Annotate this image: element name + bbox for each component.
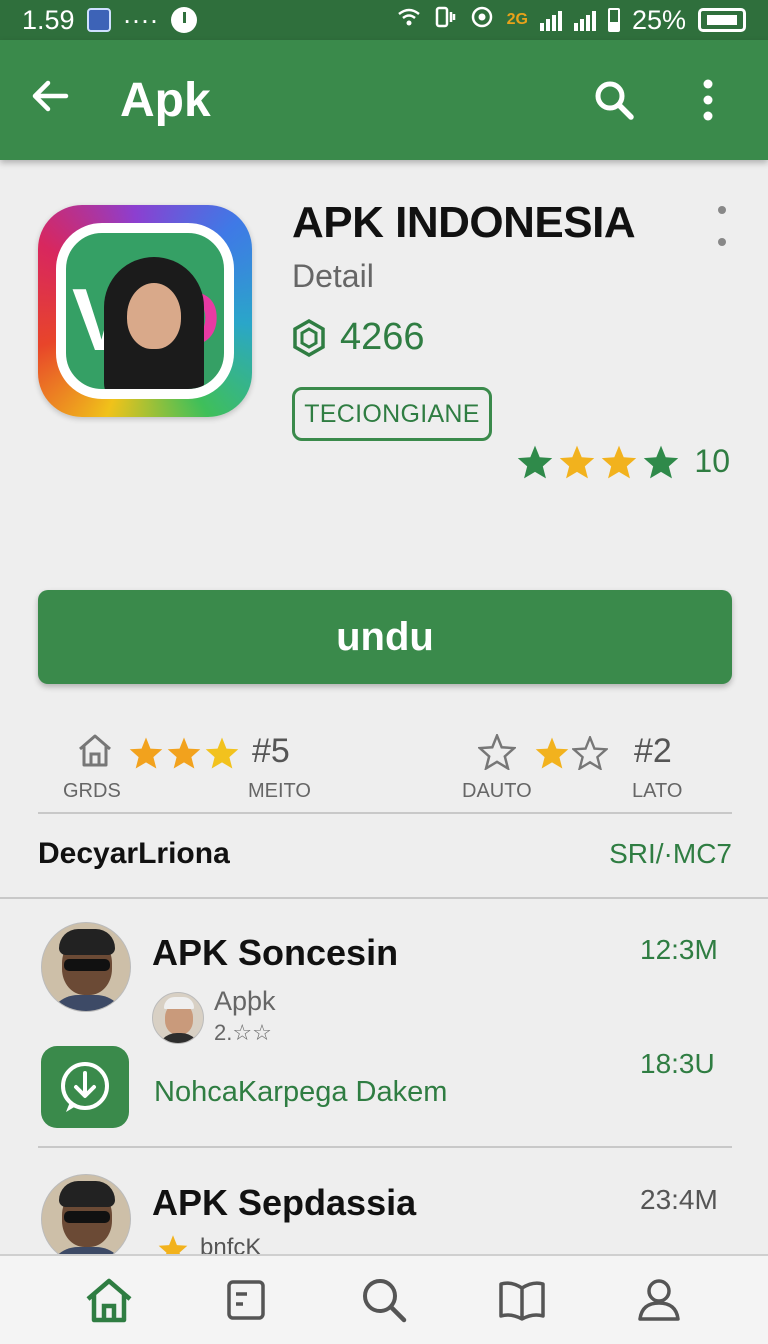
search-icon — [595, 81, 634, 120]
battery-icon — [698, 8, 746, 32]
section-title: DecyarLriona — [38, 837, 230, 870]
nav-profile[interactable] — [624, 1265, 694, 1335]
download-text[interactable]: NohcaKarpega Dakem — [154, 1076, 447, 1109]
profile-icon — [638, 1279, 680, 1321]
list-item-time: 23:4M — [640, 1184, 718, 1215]
shield-icon — [293, 318, 325, 357]
status-bar: 1.59 ···· 2G 25% — [0, 0, 768, 40]
app-more-button[interactable] — [712, 206, 732, 246]
stat-label: GRDS — [63, 780, 121, 802]
rating-count: 10 — [694, 443, 730, 479]
stat-label: MEITO — [248, 780, 311, 802]
nav-search[interactable] — [349, 1265, 419, 1335]
star-outline-icon — [478, 734, 516, 770]
back-button[interactable] — [30, 75, 90, 125]
category-tag[interactable]: TECIONGIANE — [292, 387, 492, 441]
search-button[interactable] — [584, 70, 644, 130]
battery-percent: 25% — [631, 4, 686, 35]
document-icon — [227, 1280, 266, 1320]
stat-label: LATO — [632, 780, 683, 802]
nav-library[interactable] — [487, 1265, 557, 1335]
stat-stars — [534, 736, 608, 770]
overflow-menu-button[interactable] — [678, 70, 738, 130]
stat-rank: #2 — [634, 732, 672, 770]
battery-small-icon — [607, 8, 620, 32]
app-name: APK INDONESIA — [292, 198, 636, 247]
divider — [0, 897, 768, 899]
nav-documents[interactable] — [211, 1265, 281, 1335]
list-item-time: 18:3U — [640, 1048, 715, 1079]
signal-icon — [539, 9, 562, 31]
download-tile[interactable] — [41, 1046, 129, 1128]
app-bar-title: Apk — [120, 73, 211, 127]
home-icon — [86, 1278, 132, 1323]
app-icon: V D — [38, 205, 252, 417]
app-notification-icon — [86, 8, 111, 32]
star-icon — [644, 445, 679, 478]
download-button[interactable]: undu — [38, 590, 732, 684]
clock-icon — [170, 7, 197, 33]
vibrate-icon — [433, 6, 457, 34]
more-vert-icon — [703, 79, 713, 121]
notification-dots: ···· — [122, 4, 159, 35]
star-icon — [205, 737, 239, 769]
downloads-count: 4266 — [340, 316, 425, 358]
section-link[interactable]: SRI/·MC7 — [609, 838, 732, 870]
stat-label: DAUTO — [462, 780, 532, 802]
search-icon — [362, 1279, 407, 1323]
download-icon — [61, 1062, 109, 1112]
eye-comfort-icon — [469, 5, 495, 35]
app-bar: Apk — [0, 40, 768, 160]
divider — [38, 1146, 732, 1148]
star-icon — [560, 445, 595, 478]
avatar[interactable] — [41, 922, 131, 1012]
wifi-icon — [397, 6, 421, 34]
nav-home[interactable] — [74, 1265, 144, 1335]
arrow-left-icon — [32, 80, 69, 112]
list-item-title[interactable]: APK Soncesin — [152, 932, 398, 974]
book-icon — [498, 1281, 545, 1321]
star-icon — [602, 445, 637, 478]
avatar[interactable] — [41, 1174, 131, 1264]
star-icon — [518, 445, 553, 478]
list-item-title[interactable]: APK Sepdassia — [152, 1182, 416, 1224]
sub-item-name: Apþk — [214, 986, 276, 1016]
list-item-time: 12:3M — [640, 934, 718, 965]
sub-avatar — [152, 992, 204, 1044]
status-time: 1.59 — [22, 4, 75, 35]
app-icon-portrait — [104, 257, 204, 389]
network-type-badge: 2G — [506, 11, 528, 28]
star-outline-icon — [572, 736, 608, 770]
signal-icon-2 — [573, 9, 596, 31]
stat-rank: #5 — [252, 732, 290, 770]
star-icon — [535, 737, 569, 769]
star-icon — [129, 737, 163, 769]
app-downloads: 4266 — [292, 316, 425, 359]
home-icon — [79, 734, 111, 767]
app-subtitle: Detail — [292, 258, 374, 294]
star-icon — [167, 737, 201, 769]
bottom-navigation — [0, 1254, 768, 1344]
sub-item-rating: 2.☆☆ — [214, 1020, 272, 1045]
stat-stars — [128, 736, 240, 770]
section-header: DecyarLriona SRI/·MC7 — [38, 834, 732, 874]
stats-row: GRDS #5 MEITO DAUTO #2 LATO — [38, 728, 732, 814]
rating-row: 10 — [516, 443, 730, 480]
